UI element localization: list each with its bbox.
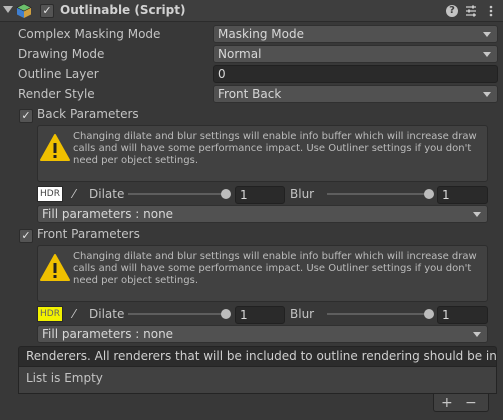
back-blur-slider-thumb[interactable] (424, 189, 434, 199)
chevron-down-icon (483, 32, 491, 37)
foldout-arrow-icon[interactable] (3, 6, 13, 13)
back-dilate-slider-thumb[interactable] (221, 189, 231, 199)
chevron-down-icon (483, 92, 491, 97)
dropdown-value: Normal (218, 47, 262, 61)
dropdown-value: Front Back (218, 87, 282, 101)
front-blur-slider[interactable] (327, 313, 431, 315)
checkmark: ✓ (21, 229, 31, 242)
dropdown-value: Fill parameters : none (42, 327, 174, 341)
back-parameters-checkbox[interactable]: ✓ (19, 109, 33, 123)
renderers-list-body: List is Empty (18, 367, 497, 394)
back-fill-parameters-dropdown[interactable]: Fill parameters : none (37, 205, 488, 223)
checkmark: ✓ (42, 4, 52, 17)
outline-layer-field[interactable]: 0 (213, 65, 498, 83)
renderers-list-title: Renderers. All renderers that will be in… (26, 349, 497, 363)
render-style-label: Render Style (18, 87, 95, 101)
add-item-button[interactable]: + (441, 396, 453, 410)
front-dilate-slider[interactable] (128, 313, 228, 315)
back-color-field[interactable]: HDR (37, 186, 63, 202)
eyedropper-icon[interactable]: ⁄ (66, 306, 82, 322)
checkmark: ✓ (21, 109, 31, 122)
field-value: 1 (240, 308, 248, 322)
drawing-mode-label: Drawing Mode (18, 47, 105, 61)
field-value: 0 (218, 67, 226, 81)
remove-item-button[interactable]: − (465, 396, 477, 410)
front-dilate-field[interactable]: 1 (235, 306, 285, 324)
back-dilate-slider[interactable] (128, 193, 228, 195)
field-value: 1 (442, 308, 450, 322)
front-dilate-slider-thumb[interactable] (221, 309, 231, 319)
back-blur-field[interactable]: 1 (437, 186, 488, 204)
more-options-icon[interactable] (484, 4, 498, 18)
script-cube-icon (16, 3, 32, 18)
front-blur-label: Blur (290, 307, 315, 321)
chevron-down-icon (483, 52, 491, 57)
list-empty-text: List is Empty (26, 371, 103, 385)
presets-icon[interactable] (464, 4, 478, 18)
back-dilate-field[interactable]: 1 (235, 186, 285, 204)
back-warning-text: Changing dilate and blur settings will e… (73, 131, 477, 166)
front-color-field[interactable]: HDR (37, 306, 63, 322)
drawing-mode-dropdown[interactable]: Normal (213, 45, 498, 63)
chevron-down-icon (473, 212, 481, 217)
front-blur-slider-thumb[interactable] (424, 309, 434, 319)
hdr-label: HDR (40, 309, 60, 319)
front-warning-text: Changing dilate and blur settings will e… (73, 251, 477, 286)
component-enabled-checkbox[interactable]: ✓ (40, 4, 54, 18)
front-dilate-label: Dilate (89, 307, 125, 321)
help-icon[interactable]: ? (445, 4, 459, 18)
field-value: 1 (240, 188, 248, 202)
dropdown-value: Masking Mode (218, 27, 304, 41)
warning-icon (40, 254, 70, 281)
component-title: Outlinable (Script) (60, 3, 186, 17)
hdr-label: HDR (40, 189, 60, 199)
front-fill-parameters-dropdown[interactable]: Fill parameters : none (37, 325, 488, 343)
render-style-dropdown[interactable]: Front Back (213, 85, 498, 103)
chevron-down-icon (473, 332, 481, 337)
field-value: 1 (442, 188, 450, 202)
dropdown-value: Fill parameters : none (42, 207, 174, 221)
back-blur-slider[interactable] (327, 193, 431, 195)
front-blur-field[interactable]: 1 (437, 306, 488, 324)
outline-layer-label: Outline Layer (18, 67, 99, 81)
complex-masking-mode-dropdown[interactable]: Masking Mode (213, 25, 498, 43)
back-blur-label: Blur (290, 187, 315, 201)
complex-masking-mode-label: Complex Masking Mode (18, 27, 161, 41)
front-parameters-label: Front Parameters (37, 227, 140, 241)
front-parameters-checkbox[interactable]: ✓ (19, 229, 33, 243)
back-parameters-label: Back Parameters (37, 107, 139, 121)
renderers-list-header: Renderers. All renderers that will be in… (18, 346, 497, 367)
warning-icon (40, 134, 70, 161)
back-dilate-label: Dilate (89, 187, 125, 201)
eyedropper-icon[interactable]: ⁄ (66, 186, 82, 202)
